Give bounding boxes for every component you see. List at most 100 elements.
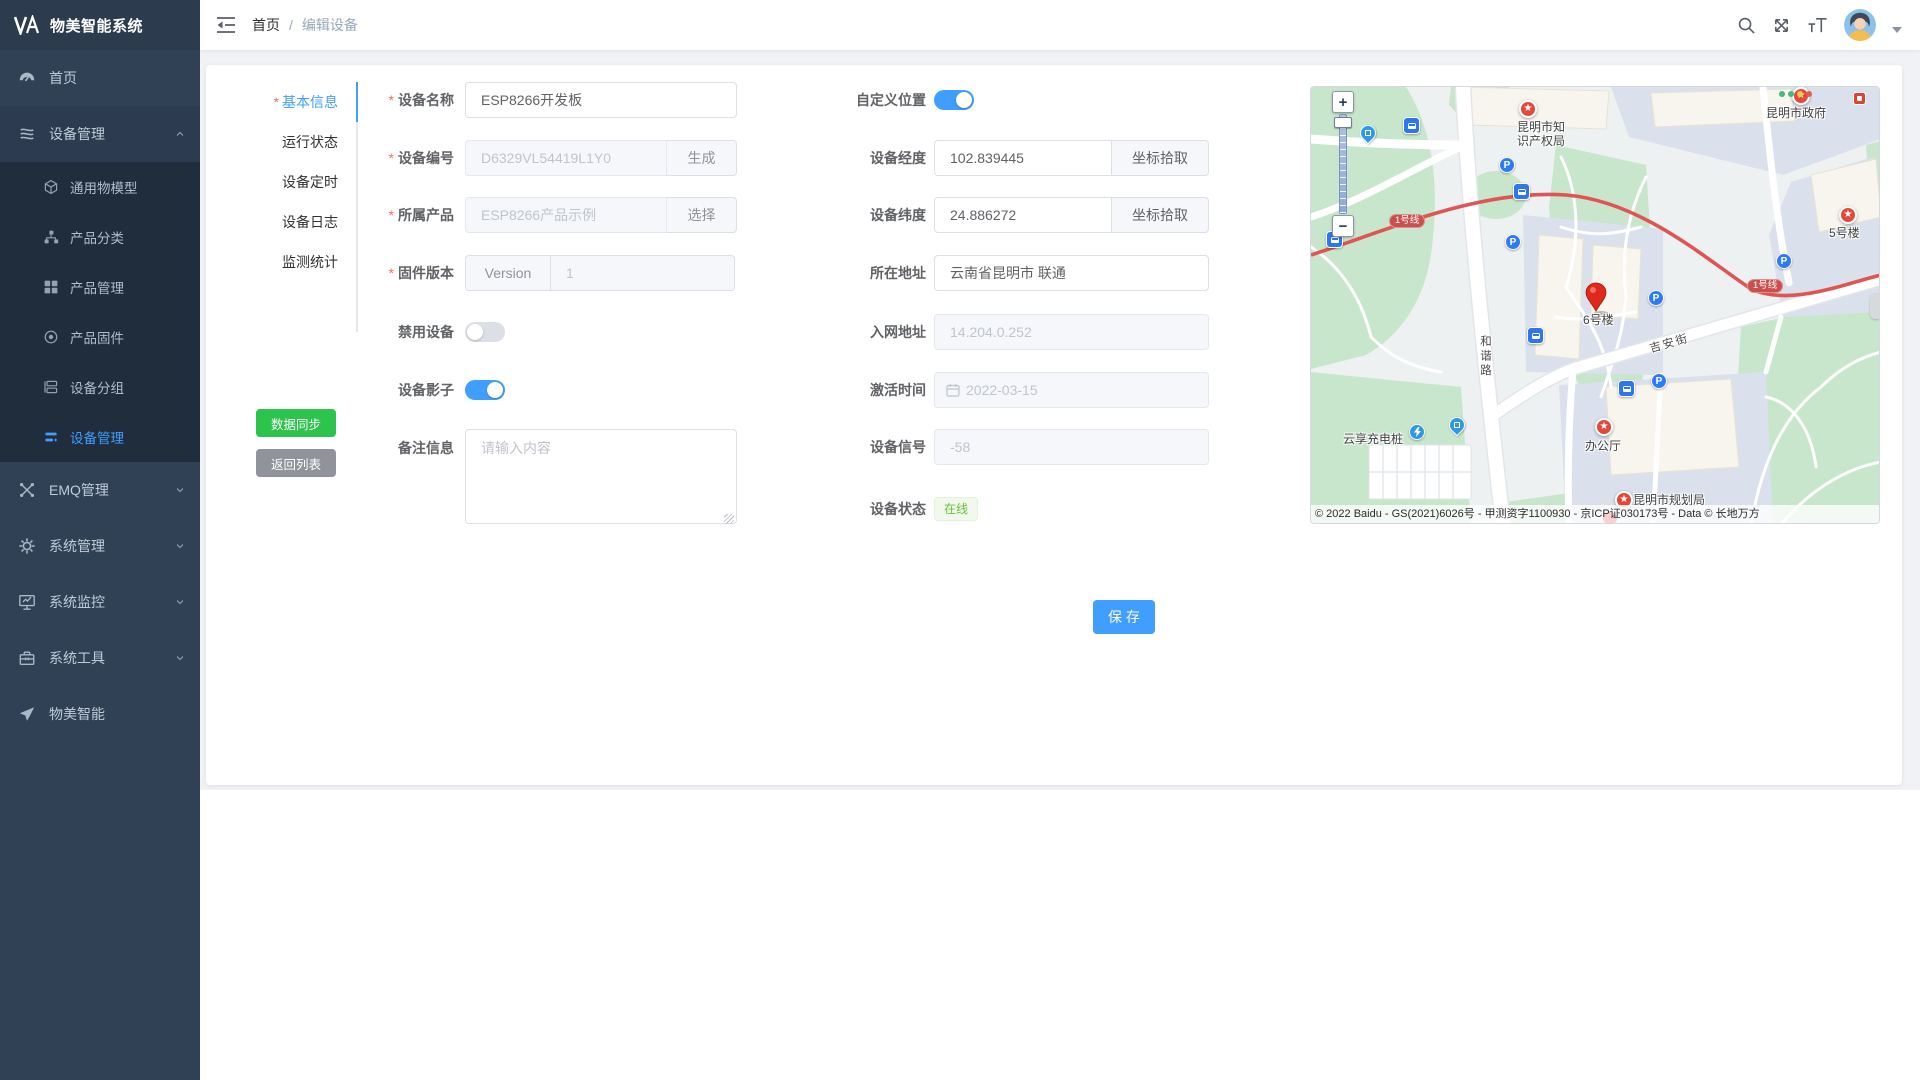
parking-icon: P [1776,253,1792,269]
address-row: 所在地址 [806,255,1209,291]
topbar: 首页 / 编辑设备 [200,0,1920,50]
sidebar-item-system-mgmt[interactable]: 系统管理 [0,518,200,574]
poi-red-icon [1853,92,1866,105]
caret-down-icon[interactable] [1892,27,1902,33]
ip-row: 入网地址 [806,314,1209,350]
layers-wave-icon [18,125,36,143]
signal-input [934,429,1209,465]
sidebar-item-home[interactable]: 首页 [0,50,200,106]
resize-handle[interactable] [724,514,734,524]
pick-latitude-button[interactable]: 坐标拾取 [1112,197,1209,233]
chevron-down-icon [174,484,186,496]
chevron-up-icon [174,128,186,140]
toolbox-icon [18,649,36,667]
breadcrumb-separator: / [289,17,293,33]
sidebar-item-product-mgmt[interactable]: 产品管理 [0,262,200,312]
product-label: 所属产品 [314,205,454,225]
charging-station-icon [1409,424,1425,440]
parking-icon: P [1651,373,1667,389]
zoom-out-button[interactable]: − [1332,215,1354,237]
breadcrumb-home[interactable]: 首页 [252,15,280,35]
poi-star-icon [1839,206,1857,224]
edit-device-card: *基本信息 运行状态 设备定时 设备日志 监测统计 数据同步 返回列表 设备名称… [206,65,1902,785]
sidebar-item-product-firmware[interactable]: 产品固件 [0,312,200,362]
longitude-input[interactable] [934,140,1112,176]
avatar[interactable] [1844,9,1876,41]
signal-row: 设备信号 [806,429,1209,465]
latitude-row: 设备纬度 坐标拾取 [806,197,1209,233]
pick-longitude-button[interactable]: 坐标拾取 [1112,140,1209,176]
zoom-slider-handle[interactable] [1334,117,1352,128]
device-no-row: 设备编号 生成 [314,140,737,176]
device-shadow-toggle[interactable] [465,380,505,400]
address-label: 所在地址 [806,263,926,283]
app-title: 物美智能系统 [50,15,143,36]
active-tab-indicator [356,82,358,122]
zoom-in-button[interactable]: + [1332,91,1354,113]
map-attribution: © 2022 Baidu - GS(2021)6026号 - 甲测资字11009… [1311,505,1879,523]
device-submenu: 通用物模型 产品分类 产品管理 产品固件 设备分组 设备管理 [0,162,200,462]
logo-icon [14,15,40,35]
font-size-icon[interactable] [1807,16,1828,35]
poi-label-ipo: 昆明市知识产权局 [1501,120,1581,148]
baidu-map[interactable]: 1号线 1号线 和谐路 吉安街 昆明市知识产权局 昆明市政府 5号楼 办公厅 昆… [1310,86,1880,524]
disc-icon [43,329,59,345]
sidebar-item-device-mgmt[interactable]: 设备管理 [0,106,200,162]
save-button[interactable]: 保 存 [1093,600,1155,634]
address-input[interactable] [934,255,1209,291]
disable-device-toggle[interactable] [465,322,505,342]
network-x-icon [18,481,36,499]
sidebar-fold-icon[interactable] [216,16,236,34]
street-label-hexie: 和谐路 [1477,335,1493,379]
ip-input [934,314,1209,350]
remark-textarea[interactable] [465,429,737,524]
parking-icon: P [1648,290,1664,306]
poi-star-icon [1519,100,1537,118]
activated-row: 激活时间 2022-03-15 [806,372,1209,408]
activated-label: 激活时间 [806,380,926,400]
sidebar-item-product-category[interactable]: 产品分类 [0,212,200,262]
latitude-label: 设备纬度 [806,205,926,225]
status-row: 设备状态 在线 [806,491,978,527]
search-icon[interactable] [1737,16,1756,35]
breadcrumb: 首页 / 编辑设备 [252,15,358,35]
custom-location-toggle[interactable] [934,90,974,110]
parking-icon: P [1505,234,1521,250]
sidebar-item-thing-model[interactable]: 通用物模型 [0,162,200,212]
panel-handle[interactable] [1870,293,1879,319]
sidebar-item-emq[interactable]: EMQ管理 [0,462,200,518]
sidebar-item-device-group[interactable]: 设备分组 [0,362,200,412]
poi-star-icon [1595,418,1613,436]
sidebar-item-system-monitor[interactable]: 系统监控 [0,574,200,630]
disable-device-label: 禁用设备 [314,322,454,342]
cube-icon [43,179,59,195]
status-badge: 在线 [934,497,978,521]
sidebar-item-wumei[interactable]: 物美智能 [0,686,200,742]
latitude-input[interactable] [934,197,1112,233]
poi-dot [1779,91,1785,97]
chevron-down-icon [174,596,186,608]
longitude-label: 设备经度 [806,148,926,168]
device-name-input[interactable] [465,82,737,118]
remark-row: 备注信息 [314,429,737,524]
parking-icon: P [1499,157,1515,173]
signal-label: 设备信号 [806,437,926,457]
custom-location-label: 自定义位置 [806,90,926,110]
remark-label: 备注信息 [314,429,454,458]
paper-plane-icon [18,705,36,723]
poi-label-bld5: 5号楼 [1829,226,1860,240]
generate-button[interactable]: 生成 [667,140,737,176]
sidebar-item-device-mgmt-sub[interactable]: 设备管理 [0,412,200,462]
sidebar-item-system-tools[interactable]: 系统工具 [0,630,200,686]
custom-location-row: 自定义位置 [806,82,974,118]
activated-input: 2022-03-15 [934,372,1209,408]
fullscreen-icon[interactable] [1772,16,1791,35]
select-product-button[interactable]: 选择 [667,197,737,233]
poi-dot [1788,91,1794,97]
app-logo[interactable]: 物美智能系统 [0,0,200,50]
firmware-row: 固件版本 Version 1 [314,255,735,291]
zoom-slider-track[interactable] [1339,114,1347,214]
bars-icon [43,429,59,445]
disable-device-row: 禁用设备 [314,314,505,350]
firmware-version-value: 1 [551,255,735,291]
